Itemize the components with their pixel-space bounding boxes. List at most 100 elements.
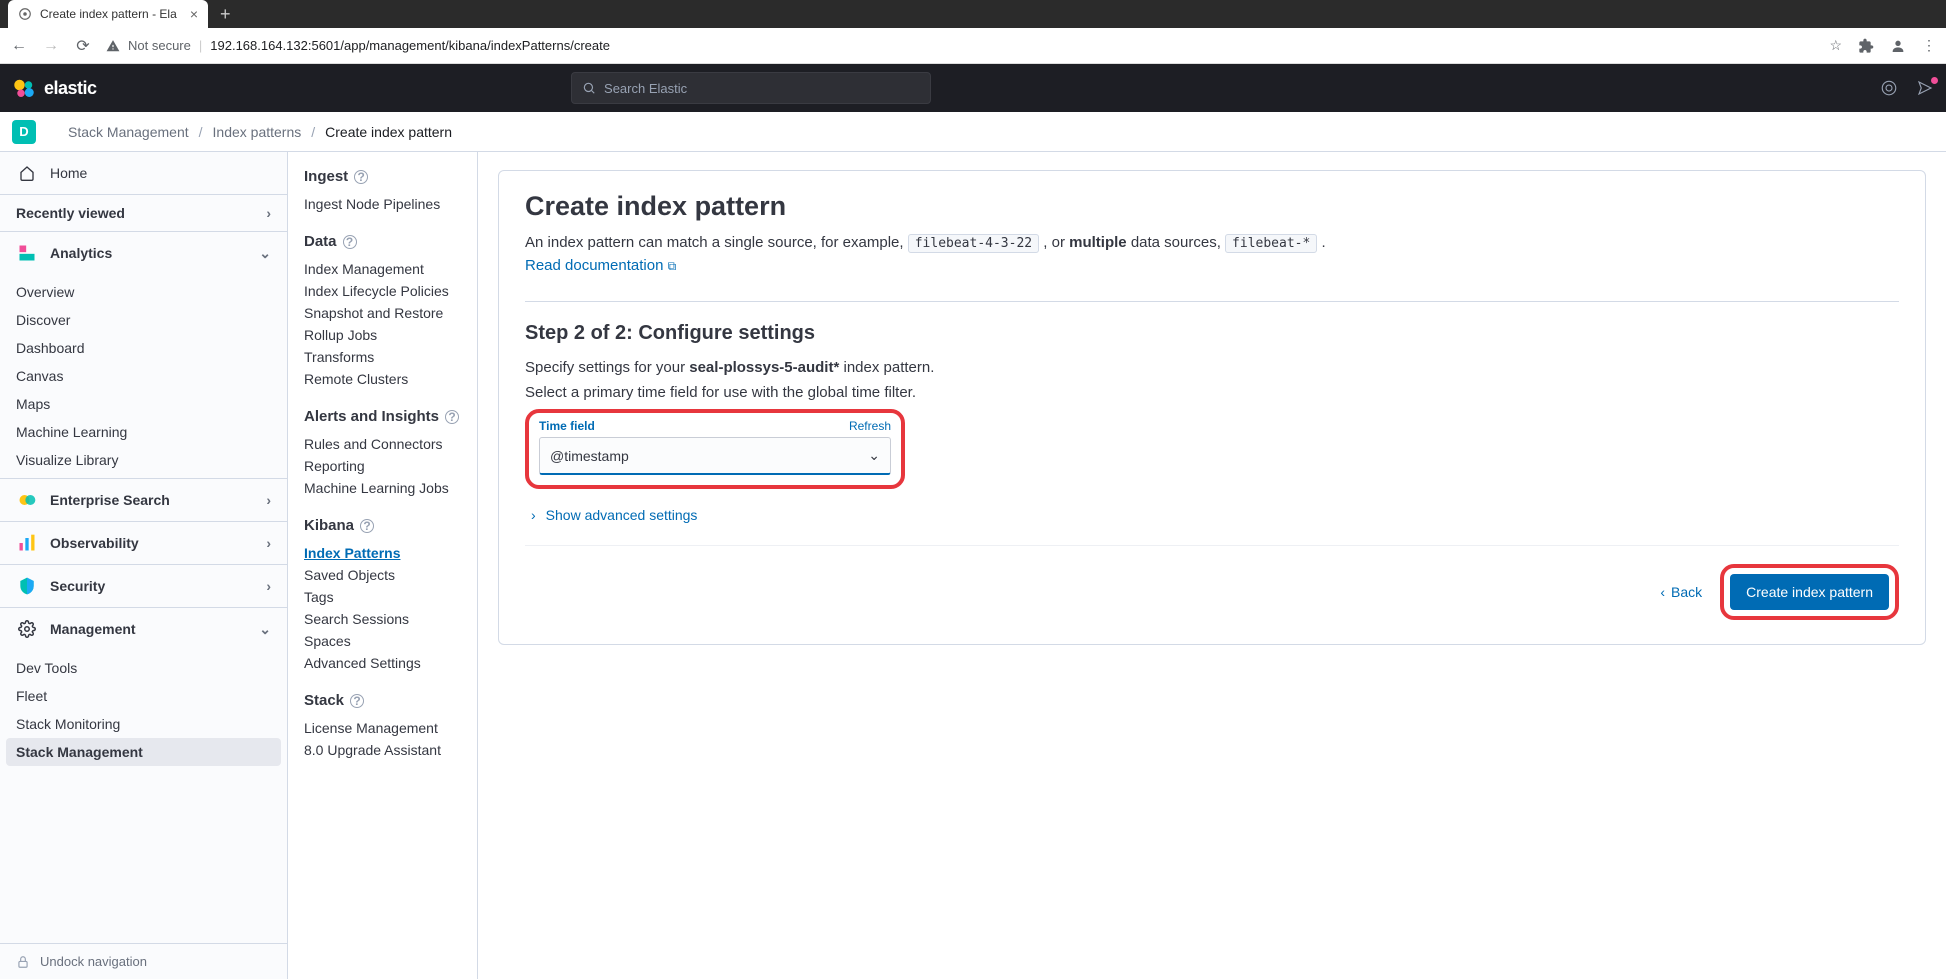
notification-dot-icon bbox=[1931, 77, 1938, 84]
nav-canvas[interactable]: Canvas bbox=[0, 362, 287, 390]
mgmt-transforms[interactable]: Transforms bbox=[304, 346, 461, 368]
help-icon[interactable]: ? bbox=[360, 519, 374, 533]
breadcrumb: D Stack Management / Index patterns / Cr… bbox=[0, 112, 1946, 152]
nav-ml[interactable]: Machine Learning bbox=[0, 418, 287, 446]
security-label: Not secure bbox=[128, 38, 191, 53]
management-nav: Ingest? Ingest Node Pipelines Data? Inde… bbox=[288, 152, 478, 979]
newsfeed-icon[interactable] bbox=[1916, 79, 1934, 97]
back-icon[interactable]: ← bbox=[10, 37, 28, 55]
browser-tab[interactable]: Create index pattern - Ela × bbox=[8, 0, 208, 28]
enterprise-search-icon bbox=[16, 489, 38, 511]
forward-icon[interactable]: → bbox=[42, 37, 60, 55]
nav-visualize[interactable]: Visualize Library bbox=[0, 446, 287, 474]
nav-maps[interactable]: Maps bbox=[0, 390, 287, 418]
wizard-footer: ‹ Back Create index pattern bbox=[525, 564, 1899, 620]
nav-stack-monitoring[interactable]: Stack Monitoring bbox=[0, 710, 287, 738]
mgmt-search-sessions[interactable]: Search Sessions bbox=[304, 608, 461, 630]
nav-enterprise-search[interactable]: Enterprise Search › bbox=[0, 478, 287, 522]
reload-icon[interactable]: ⟳ bbox=[74, 36, 92, 56]
page-title: Create index pattern bbox=[525, 191, 1899, 222]
help-icon[interactable] bbox=[1880, 79, 1898, 97]
mgmt-remote-clusters[interactable]: Remote Clusters bbox=[304, 368, 461, 390]
nav-security[interactable]: Security › bbox=[0, 565, 287, 608]
select-primary-text: Select a primary time field for use with… bbox=[525, 384, 1899, 401]
mgmt-advanced-settings[interactable]: Advanced Settings bbox=[304, 652, 461, 674]
mgmt-index-management[interactable]: Index Management bbox=[304, 258, 461, 280]
main-content: Create index pattern An index pattern ca… bbox=[478, 152, 1946, 979]
show-advanced-toggle[interactable]: › Show advanced settings bbox=[525, 507, 1899, 523]
create-index-pattern-button[interactable]: Create index pattern bbox=[1730, 574, 1889, 610]
mgmt-rollup[interactable]: Rollup Jobs bbox=[304, 324, 461, 346]
mgmt-rules[interactable]: Rules and Connectors bbox=[304, 433, 461, 455]
space-selector[interactable]: D bbox=[12, 120, 36, 144]
profile-icon[interactable] bbox=[1890, 38, 1906, 54]
nav-analytics[interactable]: Analytics ⌄ bbox=[0, 232, 287, 274]
nav-recently-viewed[interactable]: Recently viewed › bbox=[0, 195, 287, 232]
nav-sec-label: Security bbox=[50, 578, 105, 594]
help-icon[interactable]: ? bbox=[350, 694, 364, 708]
browser-actions: ☆ ⋮ bbox=[1829, 37, 1936, 54]
mgmt-snapshot[interactable]: Snapshot and Restore bbox=[304, 302, 461, 324]
create-index-panel: Create index pattern An index pattern ca… bbox=[498, 170, 1926, 645]
analytics-icon bbox=[16, 242, 38, 264]
code-example-1: filebeat-4-3-22 bbox=[908, 234, 1039, 253]
time-field-select[interactable]: @timestamp ⌄ bbox=[539, 437, 891, 475]
mgmt-heading-kibana: Kibana? bbox=[304, 517, 461, 534]
external-link-icon: ⧉ bbox=[668, 259, 677, 273]
tab-close-icon[interactable]: × bbox=[190, 6, 198, 22]
back-button[interactable]: ‹ Back bbox=[1660, 584, 1702, 600]
breadcrumb-current: Create index pattern bbox=[325, 124, 452, 140]
nav-stack-management[interactable]: Stack Management bbox=[6, 738, 281, 766]
search-icon bbox=[582, 81, 596, 95]
nav-management[interactable]: Management ⌄ bbox=[0, 608, 287, 650]
mgmt-tags[interactable]: Tags bbox=[304, 586, 461, 608]
help-icon[interactable]: ? bbox=[354, 170, 368, 184]
home-icon bbox=[16, 162, 38, 184]
elastic-header: elastic Search Elastic bbox=[0, 64, 1946, 112]
menu-icon[interactable]: ⋮ bbox=[1922, 37, 1936, 54]
nav-dashboard[interactable]: Dashboard bbox=[0, 334, 287, 362]
help-icon[interactable]: ? bbox=[445, 410, 459, 424]
nav-home[interactable]: Home bbox=[0, 152, 287, 195]
mgmt-saved-objects[interactable]: Saved Objects bbox=[304, 564, 461, 586]
nav-observability[interactable]: Observability › bbox=[0, 522, 287, 565]
mgmt-index-patterns[interactable]: Index Patterns bbox=[304, 542, 461, 564]
code-example-2: filebeat-* bbox=[1225, 234, 1317, 253]
star-icon[interactable]: ☆ bbox=[1829, 37, 1842, 54]
refresh-link[interactable]: Refresh bbox=[849, 419, 891, 433]
help-icon[interactable]: ? bbox=[343, 235, 357, 249]
elastic-logo[interactable]: elastic bbox=[12, 76, 97, 100]
nav-discover[interactable]: Discover bbox=[0, 306, 287, 334]
mgmt-ilm[interactable]: Index Lifecycle Policies bbox=[304, 280, 461, 302]
mgmt-spaces[interactable]: Spaces bbox=[304, 630, 461, 652]
primary-nav: Home Recently viewed › Analytics ⌄ Overv… bbox=[0, 152, 288, 979]
lock-icon bbox=[16, 955, 30, 969]
step-title: Step 2 of 2: Configure settings bbox=[525, 322, 1899, 345]
global-search[interactable]: Search Elastic bbox=[571, 72, 931, 104]
nav-dev-tools[interactable]: Dev Tools bbox=[0, 654, 287, 682]
address-field[interactable]: Not secure | 192.168.164.132:5601/app/ma… bbox=[106, 38, 1815, 53]
tab-add-icon[interactable]: + bbox=[220, 4, 231, 25]
chevron-right-icon: › bbox=[266, 578, 271, 594]
mgmt-license[interactable]: License Management bbox=[304, 717, 461, 739]
mgmt-upgrade[interactable]: 8.0 Upgrade Assistant bbox=[304, 739, 461, 761]
time-field-label: Time field bbox=[539, 419, 595, 433]
nav-fleet[interactable]: Fleet bbox=[0, 682, 287, 710]
tab-favicon-icon bbox=[18, 7, 32, 21]
mgmt-reporting[interactable]: Reporting bbox=[304, 455, 461, 477]
undock-nav[interactable]: Undock navigation bbox=[0, 943, 287, 979]
breadcrumb-stack-mgmt[interactable]: Stack Management bbox=[68, 124, 189, 140]
undock-label: Undock navigation bbox=[40, 954, 147, 969]
browser-tab-strip: Create index pattern - Ela × + bbox=[0, 0, 1946, 28]
chevron-down-icon: ⌄ bbox=[259, 245, 271, 262]
url-text: 192.168.164.132:5601/app/management/kiba… bbox=[210, 38, 610, 53]
breadcrumb-index-patterns[interactable]: Index patterns bbox=[213, 124, 302, 140]
mgmt-ingest-pipelines[interactable]: Ingest Node Pipelines bbox=[304, 193, 461, 215]
nav-overview[interactable]: Overview bbox=[0, 278, 287, 306]
brand-text: elastic bbox=[44, 78, 97, 99]
mgmt-ml-jobs[interactable]: Machine Learning Jobs bbox=[304, 477, 461, 499]
doc-link[interactable]: Read documentation ⧉ bbox=[525, 257, 676, 274]
create-button-highlight: Create index pattern bbox=[1720, 564, 1899, 620]
extensions-icon[interactable] bbox=[1858, 38, 1874, 54]
search-placeholder: Search Elastic bbox=[604, 81, 687, 96]
